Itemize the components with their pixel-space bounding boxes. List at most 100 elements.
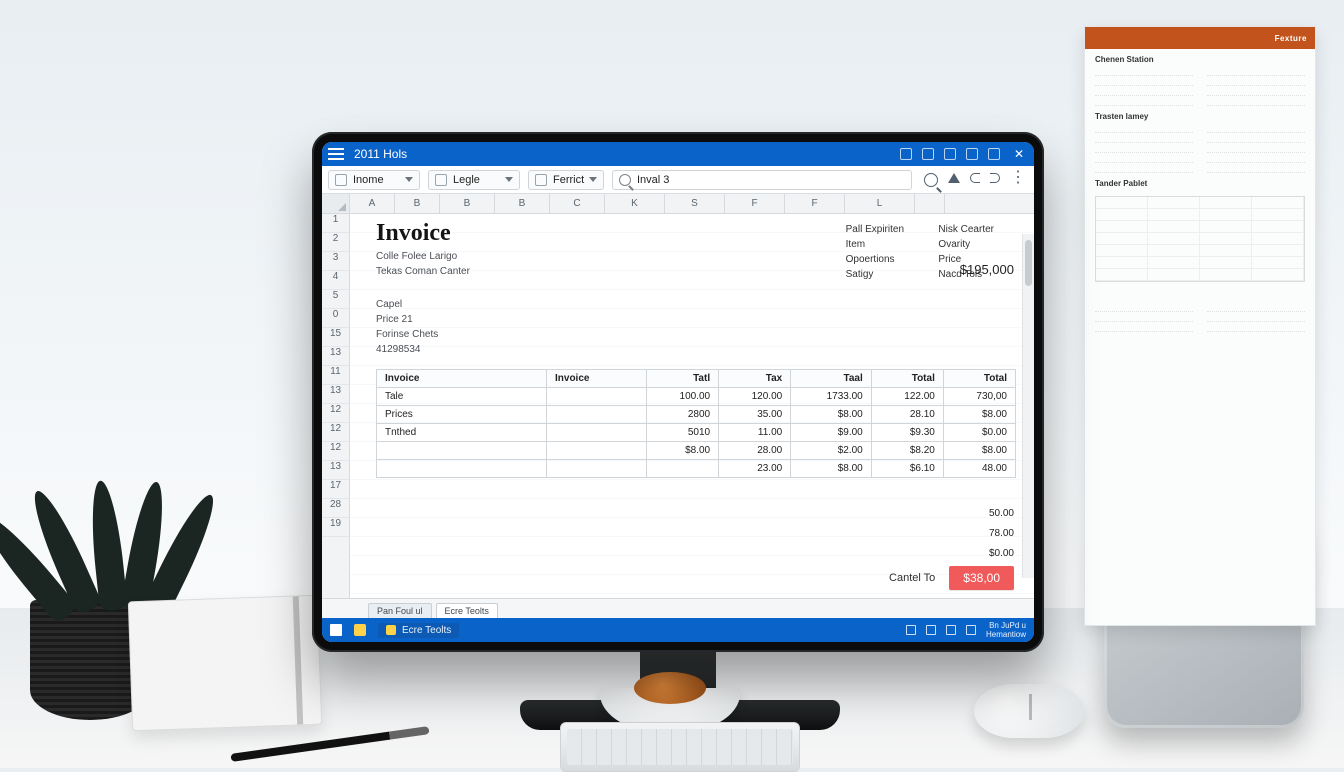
row-header[interactable]: 2 <box>322 233 349 252</box>
col-header[interactable]: A <box>350 194 395 213</box>
table-row[interactable]: Prices280035.00$8.0028.10$8.00 <box>377 406 1016 424</box>
table-cell[interactable] <box>377 460 547 478</box>
row-header[interactable]: 17 <box>322 480 349 499</box>
col-header[interactable]: F <box>785 194 845 213</box>
row-header[interactable]: 0 <box>322 309 349 328</box>
table-cell[interactable]: $8.00 <box>791 406 872 424</box>
table-row[interactable]: 23.00$8.00$6.1048.00 <box>377 460 1016 478</box>
table-cell[interactable]: 5010 <box>647 424 719 442</box>
table-cell[interactable] <box>547 460 647 478</box>
table-cell[interactable]: $8.00 <box>943 442 1015 460</box>
row-header[interactable]: 28 <box>322 499 349 518</box>
table-cell[interactable]: $8.20 <box>871 442 943 460</box>
dropdown-3[interactable]: Ferrict <box>528 170 604 190</box>
row-header[interactable]: 19 <box>322 518 349 537</box>
dropdown-2[interactable]: Legle <box>428 170 520 190</box>
table-cell[interactable]: $8.00 <box>943 406 1015 424</box>
col-header[interactable] <box>915 194 945 213</box>
tray-icon[interactable] <box>906 625 916 635</box>
taskbar-icon[interactable] <box>354 624 366 636</box>
titlebar-btn-1[interactable] <box>900 148 912 160</box>
share-icon[interactable] <box>948 173 960 183</box>
table-cell[interactable]: 23.00 <box>719 460 791 478</box>
table-cell[interactable]: $8.00 <box>791 460 872 478</box>
select-all-corner[interactable] <box>322 194 350 213</box>
table-cell[interactable] <box>547 388 647 406</box>
tray-icon[interactable] <box>926 625 936 635</box>
row-header[interactable]: 12 <box>322 442 349 461</box>
table-cell[interactable]: Tnthed <box>377 424 547 442</box>
row-header[interactable]: 13 <box>322 347 349 366</box>
more-icon[interactable]: ⋮ <box>1010 173 1024 187</box>
sheet-tab-active[interactable]: Ecre Teolts <box>436 603 498 618</box>
row-header[interactable]: 15 <box>322 328 349 347</box>
table-cell[interactable]: 2800 <box>647 406 719 424</box>
titlebar-btn-3[interactable] <box>944 148 956 160</box>
row-header[interactable]: 3 <box>322 252 349 271</box>
titlebar-btn-5[interactable] <box>988 148 1000 160</box>
table-cell[interactable]: 120.00 <box>719 388 791 406</box>
table-cell[interactable] <box>377 442 547 460</box>
tray-icon[interactable] <box>946 625 956 635</box>
table-cell[interactable]: $0.00 <box>943 424 1015 442</box>
table-cell[interactable]: 28.10 <box>871 406 943 424</box>
vertical-scrollbar[interactable] <box>1022 234 1034 578</box>
table-row[interactable]: Tnthed 501011.00$9.00$9.30$0.00 <box>377 424 1016 442</box>
redo-icon[interactable] <box>990 173 1000 183</box>
table-cell[interactable]: $9.00 <box>791 424 872 442</box>
tray-icon[interactable] <box>966 625 976 635</box>
table-cell[interactable]: Prices <box>377 406 547 424</box>
row-header[interactable]: 13 <box>322 461 349 480</box>
table-cell[interactable]: 100.00 <box>647 388 719 406</box>
cells-canvas[interactable]: Invoice Colle Folee Larigo Tekas Coman C… <box>350 214 1034 598</box>
search-icon[interactable] <box>924 173 938 187</box>
table-cell[interactable]: $2.00 <box>791 442 872 460</box>
table-cell[interactable]: 48.00 <box>943 460 1015 478</box>
menu-icon[interactable] <box>328 148 344 160</box>
table-row[interactable]: $8.0028.00$2.00$8.20$8.00 <box>377 442 1016 460</box>
col-header[interactable]: B <box>495 194 550 213</box>
row-header[interactable]: 12 <box>322 404 349 423</box>
sheet-tab[interactable]: Pan Foul ul <box>368 603 432 618</box>
grand-total-badge[interactable]: $38,00 <box>949 566 1014 590</box>
table-cell[interactable]: 11.00 <box>719 424 791 442</box>
undo-icon[interactable] <box>970 173 980 183</box>
table-row[interactable]: Tale 100.00120.001733.00122.00730,00 <box>377 388 1016 406</box>
row-header[interactable]: 13 <box>322 385 349 404</box>
table-cell[interactable] <box>647 460 719 478</box>
col-header[interactable]: B <box>395 194 440 213</box>
clock[interactable]: Bn JuPd u Hemantiow <box>986 621 1026 639</box>
col-header[interactable]: K <box>605 194 665 213</box>
col-header[interactable]: F <box>725 194 785 213</box>
table-cell[interactable] <box>547 406 647 424</box>
row-header[interactable]: 1 <box>322 214 349 233</box>
close-icon[interactable]: ✕ <box>1010 147 1028 161</box>
table-cell[interactable]: Tale <box>377 388 547 406</box>
table-cell[interactable]: $9.30 <box>871 424 943 442</box>
table-cell[interactable] <box>547 442 647 460</box>
formula-bar[interactable]: Inval 3 <box>612 170 912 190</box>
row-header[interactable]: 12 <box>322 423 349 442</box>
table-cell[interactable]: $6.10 <box>871 460 943 478</box>
row-header[interactable]: 4 <box>322 271 349 290</box>
taskbar-app[interactable]: Ecre Teolts <box>378 623 459 638</box>
table-cell[interactable]: $8.00 <box>647 442 719 460</box>
col-header[interactable]: B <box>440 194 495 213</box>
titlebar-btn-2[interactable] <box>922 148 934 160</box>
col-header[interactable]: L <box>845 194 915 213</box>
table-cell[interactable]: 1733.00 <box>791 388 872 406</box>
titlebar-btn-4[interactable] <box>966 148 978 160</box>
box-icon <box>435 174 447 186</box>
start-icon[interactable] <box>330 624 342 636</box>
dropdown-1[interactable]: Inome <box>328 170 420 190</box>
col-header[interactable]: C <box>550 194 605 213</box>
table-cell[interactable]: 730,00 <box>943 388 1015 406</box>
table-cell[interactable]: 28.00 <box>719 442 791 460</box>
table-cell[interactable]: 122.00 <box>871 388 943 406</box>
scrollbar-thumb[interactable] <box>1025 240 1032 286</box>
row-header[interactable]: 5 <box>322 290 349 309</box>
row-header[interactable]: 11 <box>322 366 349 385</box>
table-cell[interactable] <box>547 424 647 442</box>
table-cell[interactable]: 35.00 <box>719 406 791 424</box>
col-header[interactable]: S <box>665 194 725 213</box>
